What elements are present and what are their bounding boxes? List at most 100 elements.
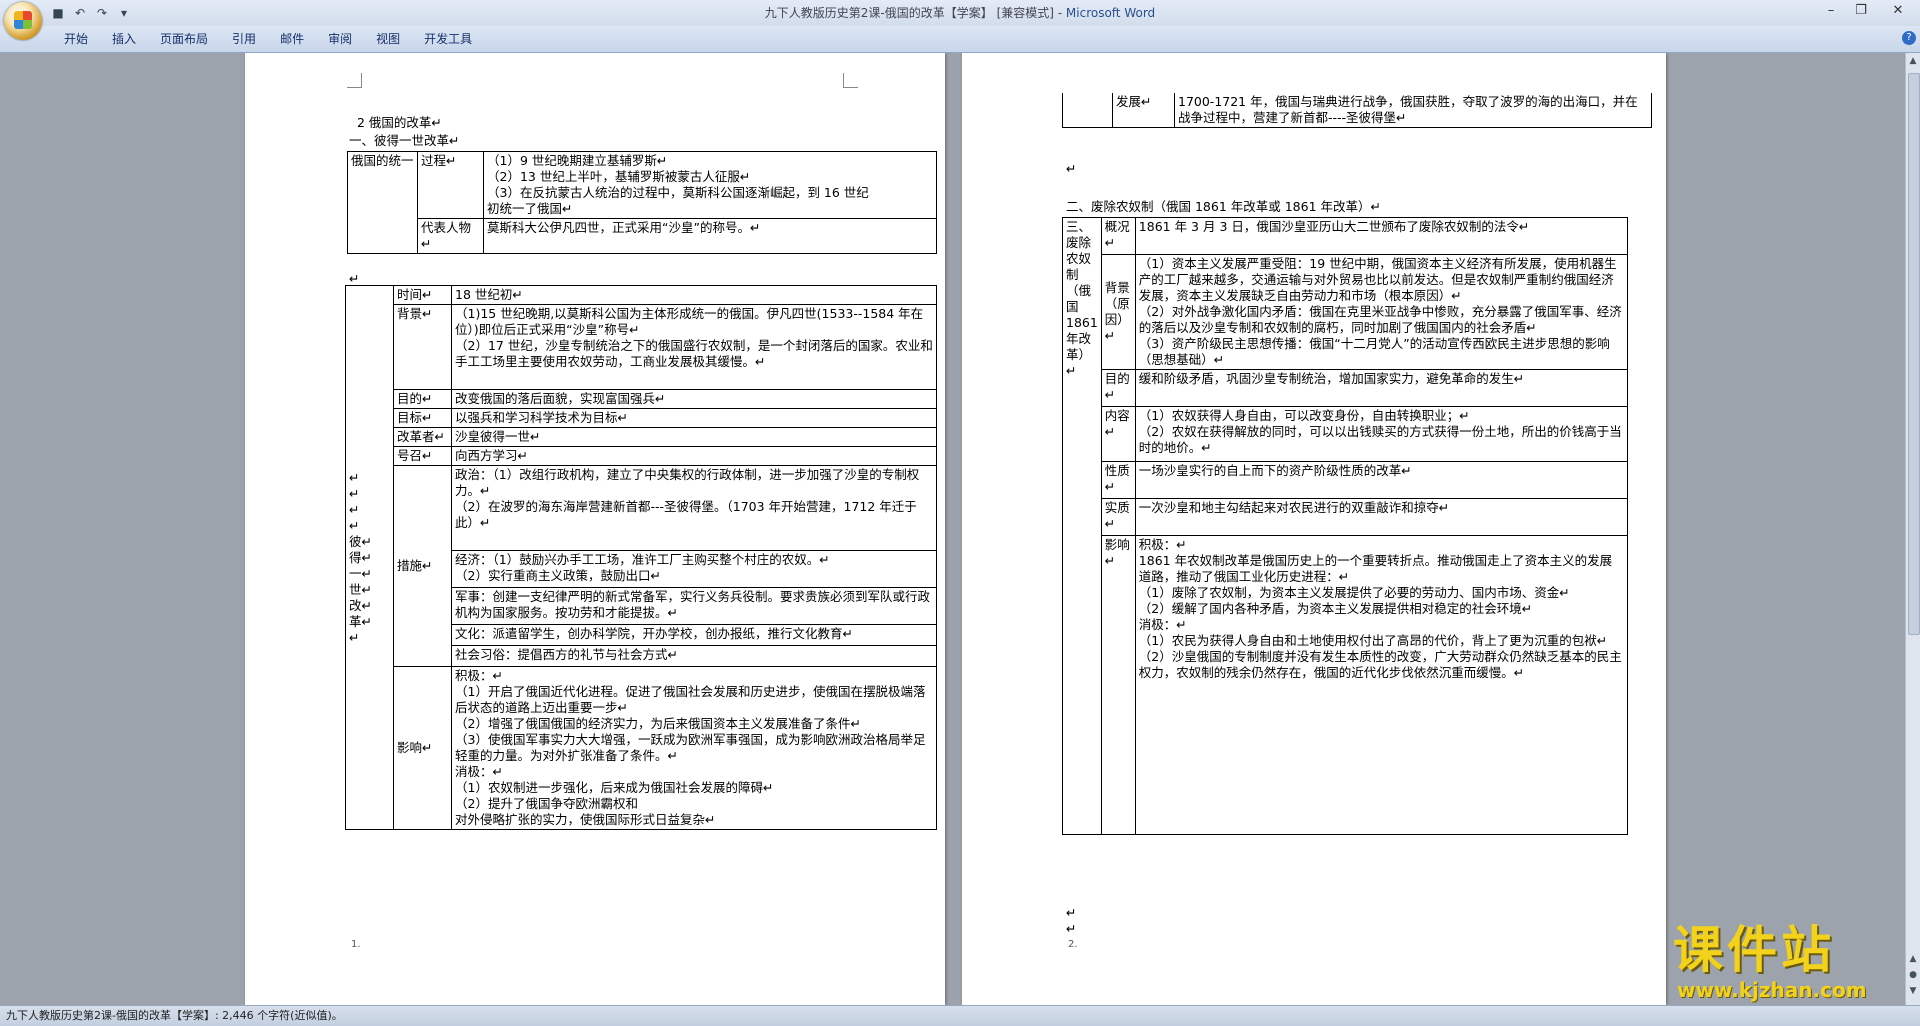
table-cell-value: 积极：↵ （1）开启了俄国近代化进程。促进了俄国社会发展和历史进步，使俄国在摆脱… <box>451 666 937 830</box>
table-cell-value: （1）9 世纪晚期建立基辅罗斯↵ （2）13 世纪上半叶，基辅罗斯被蒙古人征服↵… <box>483 151 937 219</box>
page-2[interactable]: 发展↵ 1700-1721 年，俄国与瑞典进行战争，俄国获胜，夺取了波罗的海的出… <box>962 53 1666 1005</box>
document-title: 九下人教版历史第2课-俄国的改革【学案】 [兼容模式] - <box>764 6 1066 20</box>
customize-icon[interactable]: ▾ <box>116 5 132 21</box>
document-workspace: 2 俄国的改革↵ 一、彼得一世改革↵ 俄国的统一 过程↵ （1）9 世纪晚期建立… <box>0 53 1906 1005</box>
office-button[interactable] <box>4 2 42 40</box>
table-serfdom-abolition: 三、废除农奴制（俄国1861年改革）↵ 概况↵ 1861 年 3 月 3 日，俄… <box>1062 217 1629 835</box>
table-cell-key: 内容↵ <box>1100 406 1136 462</box>
table-line: （1）农奴制进一步强化，后来成为俄国社会发展的障碍↵ <box>455 780 774 795</box>
table-cell-value: 以强兵和学习科学技术为目标↵ <box>451 408 937 428</box>
table-cell-label: 三、废除农奴制（俄国1861年改革）↵ <box>1062 217 1102 835</box>
measure-culture: 文化：派遣留学生，创办科学院，开办学校，创办报纸，推行文化教育↵ <box>452 625 936 646</box>
label-char: 一↵ <box>349 565 372 581</box>
table-cell-value: 沙皇彼得一世↵ <box>451 427 937 447</box>
label-char: 得↵ <box>349 549 372 565</box>
table-cell-value: （1）农奴获得人身自由，可以改变身份，自由转换职业；↵ （2）农奴在获得解放的同… <box>1134 406 1629 462</box>
label-char: ↵ <box>349 517 360 533</box>
close-icon[interactable]: ✕ <box>1876 0 1920 22</box>
vertical-scrollbar[interactable]: ▲ ▲ ● ▼ <box>1905 53 1920 1005</box>
table-line: 消极：↵ <box>455 764 503 779</box>
table-cell-value: 一次沙皇和地主勾结起来对农民进行的双重敲诈和掠夺↵ <box>1134 498 1629 536</box>
measure-economy: 经济：（1）鼓励兴办手工工场，准许工厂主购买整个村庄的农奴。↵ （2）实行重商主… <box>452 551 936 588</box>
scroll-up-icon[interactable]: ▲ <box>1907 55 1919 67</box>
table-line: （3）资产阶级民主思想传播：俄国“十二月党人”的活动宣传西欧民主进步思想的影响（… <box>1138 336 1610 367</box>
label-char: 世↵ <box>349 581 372 597</box>
table-line: （2）实行重商主义政策，鼓励出口↵ <box>455 568 661 583</box>
table-russia-unification: 俄国的统一 过程↵ （1）9 世纪晚期建立基辅罗斯↵ （2）13 世纪上半叶，基… <box>347 151 937 254</box>
table-cell-value: （1)15 世纪晚期,以莫斯科公国为主体形成统一的俄国。伊凡四世(1533--1… <box>451 304 937 390</box>
table-line: 积极：↵ <box>1138 537 1187 552</box>
table-development: 发展↵ 1700-1721 年，俄国与瑞典进行战争，俄国获胜，夺取了波罗的海的出… <box>1062 93 1652 128</box>
label-char: 改↵ <box>349 597 372 613</box>
table-cell-value: 1861 年 3 月 3 日，俄国沙皇亚历山大二世颁布了废除农奴制的法令↵ <box>1134 217 1629 255</box>
label-char: ↵ <box>349 629 360 645</box>
table-cell-label: ↵ ↵ ↵ ↵ 彼↵ 得↵ 一↵ 世↵ 改↵ 革↵ ↵ <box>345 285 394 830</box>
table-cell-key: 背景↵ <box>393 304 452 390</box>
office-logo-icon <box>14 11 32 29</box>
table-cell-value: 莫斯科大公伊凡四世，正式采用“沙皇”的称号。↵ <box>483 218 937 254</box>
table-line: （1）资本主义发展严重受阻：19 世纪中期，俄国资本主义经济有所发展，使用机器生… <box>1138 256 1617 303</box>
table-line: 初统一了俄国↵ <box>487 201 573 216</box>
table-cell-key: 概况↵ <box>1100 217 1136 255</box>
page-number: 1. <box>351 939 361 950</box>
next-page-icon[interactable]: ▼ <box>1907 985 1919 997</box>
page-1[interactable]: 2 俄国的改革↵ 一、彼得一世改革↵ 俄国的统一 过程↵ （1）9 世纪晚期建立… <box>245 53 945 1005</box>
table-line: （2）农奴在获得解放的同时，可以以出钱赎买的方式获得一份土地，所出的价钱高于当时… <box>1138 424 1622 455</box>
table-line: （1）9 世纪晚期建立基辅罗斯↵ <box>487 153 668 168</box>
page-number: 2. <box>1068 939 1078 950</box>
restore-icon[interactable]: ❐ <box>1846 0 1876 22</box>
table-cell-key: 影响↵ <box>1100 535 1136 835</box>
table-cell-label <box>1062 93 1113 128</box>
table-line: 文化：派遣留学生，创办科学院，开办学校，创办报纸，推行文化教育↵ <box>455 626 853 641</box>
crop-mark <box>843 73 858 88</box>
tab-page-layout[interactable]: 页面布局 <box>148 26 220 52</box>
table-cell-key: 过程↵ <box>417 151 484 219</box>
redo-icon[interactable]: ↷ <box>94 5 110 21</box>
table-line: （3）在反抗蒙古人统治的过程中，莫斯科公国逐渐崛起，到 16 世纪 <box>487 185 869 200</box>
site-watermark: 课件站 www.kjzhan.com <box>1665 922 1905 1005</box>
table-line: （1）开启了俄国近代化进程。促进了俄国社会发展和历史进步，使俄国在摆脱极端落后状… <box>455 684 926 715</box>
minimize-icon[interactable]: – <box>1816 0 1846 22</box>
prev-page-icon[interactable]: ▲ <box>1907 953 1919 965</box>
window-title: 九下人教版历史第2课-俄国的改革【学案】 [兼容模式] - Microsoft … <box>0 0 1920 26</box>
table-cell-key: 措施↵ <box>393 465 452 667</box>
browse-object-icon[interactable]: ● <box>1907 969 1919 981</box>
table-line: 消极：↵ <box>1138 617 1187 632</box>
table-line: （1）农奴获得人身自由，可以改变身份，自由转换职业；↵ <box>1138 408 1470 423</box>
tab-home[interactable]: 开始 <box>52 26 100 52</box>
app-name: Microsoft Word <box>1065 6 1156 20</box>
measure-military: 军事：创建一支纪律严明的新式常备军，实行义务兵役制。要求贵族必须到军队或行政机构… <box>452 588 936 625</box>
table-line: （2）增强了俄国俄国的经济实力，为后来俄国资本主义发展准备了条件↵ <box>455 716 861 731</box>
label-char: ↵ <box>349 469 360 485</box>
table-cell-key: 性质↵ <box>1100 461 1136 499</box>
tab-review[interactable]: 审阅 <box>316 26 364 52</box>
tab-insert[interactable]: 插入 <box>100 26 148 52</box>
scrollbar-thumb[interactable] <box>1908 73 1920 635</box>
status-text: 九下人教版历史第2课-俄国的改革【学案】: 2,446 个字符(近似值)。 <box>6 1009 343 1022</box>
tab-references[interactable]: 引用 <box>220 26 268 52</box>
table-cell-value: 政治：（1）改组行政机构，建立了中央集权的行政体制，进一步加强了沙皇的专制权力。… <box>451 465 937 667</box>
table-line: 对外侵略扩张的实力，使俄国际形式日益复杂↵ <box>455 812 716 827</box>
table-line: （2）13 世纪上半叶，基辅罗斯被蒙古人征服↵ <box>487 169 751 184</box>
table-cell-value: 18 世纪初↵ <box>451 285 937 305</box>
status-bar: 九下人教版历史第2课-俄国的改革【学案】: 2,446 个字符(近似值)。 <box>0 1005 1920 1026</box>
watermark-title: 课件站 <box>1673 920 1835 979</box>
table-cell-key: 改革者↵ <box>393 427 452 447</box>
lesson-heading: 2 俄国的改革↵ <box>357 115 442 130</box>
tab-view[interactable]: 视图 <box>364 26 412 52</box>
tab-developer[interactable]: 开发工具 <box>412 26 484 52</box>
table-cell-key: 时间↵ <box>393 285 452 305</box>
table-cell-key: 代表人物↵ <box>417 218 484 254</box>
tab-mailings[interactable]: 邮件 <box>268 26 316 52</box>
table-cell-value: 缓和阶级矛盾，巩固沙皇专制统治，增加国家实力，避免革命的发生↵ <box>1134 369 1629 407</box>
section-heading-2: 二、废除农奴制（俄国 1861 年改革或 1861 年改革）↵ <box>1066 199 1381 214</box>
table-line: （2）沙皇俄国的专制制度并没有发生本质性的改变，广大劳动群众仍然缺乏基本的民主权… <box>1138 649 1622 680</box>
table-line: （1）废除了农奴制，为资本主义发展提供了必要的劳动力、国内市场、资金↵ <box>1138 585 1570 600</box>
table-cell-key: 影响↵ <box>393 666 452 830</box>
save-icon[interactable]: ■ <box>50 5 66 21</box>
table-line: 军事：创建一支纪律严明的新式常备军，实行义务兵役制。要求贵族必须到军队或行政机构… <box>455 589 931 620</box>
help-icon[interactable]: ? <box>1902 31 1916 45</box>
undo-icon[interactable]: ↶ <box>72 5 88 21</box>
label-char: 革↵ <box>349 613 372 629</box>
table-cell-value: 积极：↵ 1861 年农奴制改革是俄国历史上的一个重要转折点。推动俄国走上了资本… <box>1134 535 1629 835</box>
